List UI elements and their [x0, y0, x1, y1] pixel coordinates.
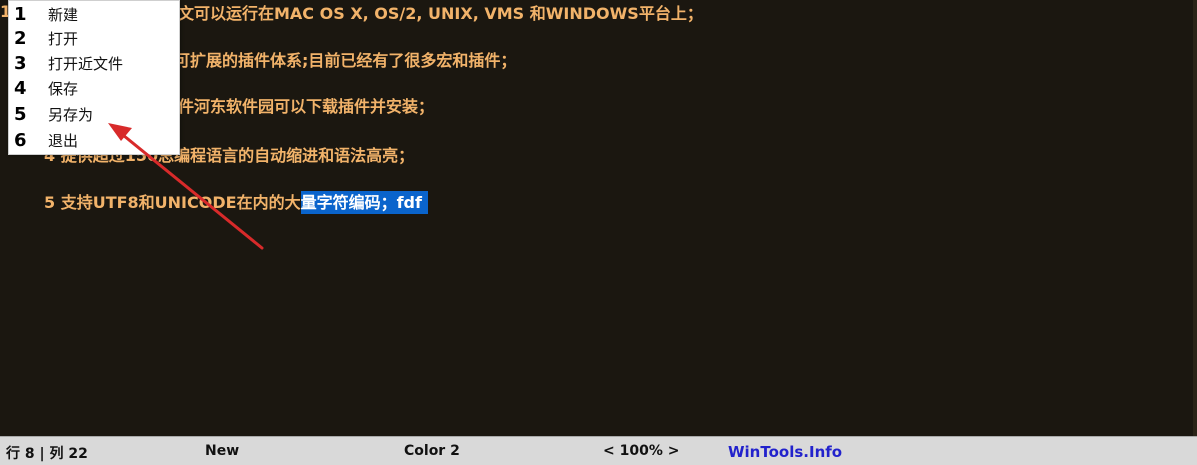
- menu-item-label: 退出: [48, 131, 79, 150]
- editor-line-1[interactable]: 文可以运行在MAC OS X, OS/2, UNIX, VMS 和WINDOWS…: [178, 4, 703, 24]
- editor-line-2[interactable]: 可扩展的插件体系;目前已经有了很多宏和插件；: [174, 51, 516, 71]
- status-brand: WinTools.Info: [728, 443, 843, 461]
- menu-item-label: 打开: [48, 29, 79, 48]
- menu-item-exit[interactable]: 6 退出: [9, 127, 179, 153]
- menu-item-save[interactable]: 4 保存: [9, 75, 179, 101]
- line-fragment-left-edge: 1: [0, 2, 8, 21]
- status-zoom[interactable]: < 100% >: [603, 443, 679, 459]
- menu-item-save-as[interactable]: 5 另存为: [9, 101, 179, 127]
- menu-item-number: 2: [14, 27, 27, 49]
- menu-item-number: 3: [14, 52, 27, 74]
- status-position: 行 8 | 列 22: [6, 446, 88, 462]
- menu-item-number: 5: [14, 103, 27, 125]
- menu-item-label: 新建: [48, 5, 79, 24]
- status-bar: 行 8 | 列 22 New Color 2 < 100% > WinTools…: [0, 436, 1197, 465]
- context-menu: 1 新建 2 打开 3 打开近文件 4 保存 5 另存为 6 退出: [8, 0, 180, 155]
- status-color-scheme: Color 2: [404, 443, 460, 459]
- editor-line-5-plain[interactable]: 5 支持UTF8和UNICODE在内的大: [44, 193, 301, 212]
- menu-item-number: 4: [14, 77, 27, 99]
- menu-item-new[interactable]: 1 新建: [9, 1, 179, 27]
- menu-item-number: 1: [14, 3, 27, 25]
- editor-line-3[interactable]: 件河东软件园可以下载插件并安装；: [178, 97, 434, 117]
- vertical-scrollbar[interactable]: [1193, 0, 1197, 436]
- menu-item-label: 打开近文件: [48, 54, 124, 73]
- menu-item-label: 另存为: [48, 105, 94, 124]
- menu-item-open[interactable]: 2 打开: [9, 25, 179, 51]
- menu-item-number: 6: [14, 129, 27, 151]
- status-mode: New: [205, 443, 240, 459]
- editor-line-5[interactable]: 5 支持UTF8和UNICODE在内的大量字符编码；fdf: [44, 191, 428, 214]
- menu-item-open-recent[interactable]: 3 打开近文件: [9, 50, 179, 76]
- text-selection[interactable]: 量字符编码；fdf: [300, 191, 428, 214]
- menu-item-label: 保存: [48, 79, 79, 98]
